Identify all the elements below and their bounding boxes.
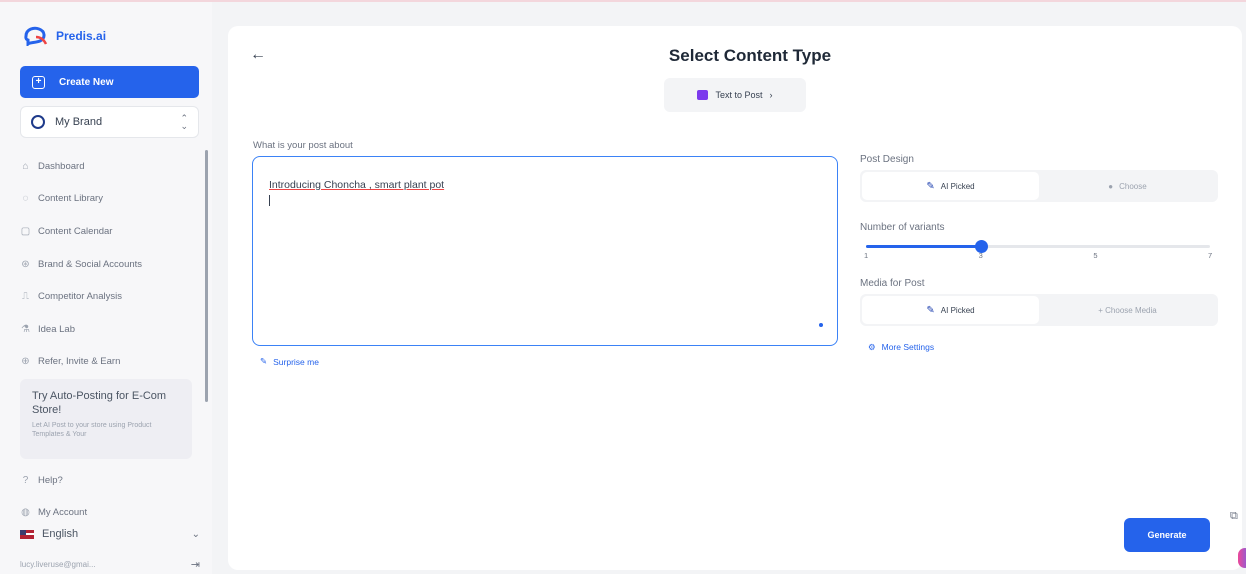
sidebar-nav: ⌂ Dashboard ◌ Content Library ▢ Content … bbox=[20, 150, 200, 378]
post-design-toggle: ✎ AI Picked ● Choose bbox=[860, 170, 1218, 202]
post-design-label: Post Design bbox=[860, 154, 914, 165]
sidebar-item-label: Brand & Social Accounts bbox=[38, 258, 143, 270]
more-settings-link[interactable]: ⚙ More Settings bbox=[868, 342, 934, 353]
logo-icon bbox=[22, 26, 50, 48]
analysis-icon: ⎍ bbox=[22, 291, 29, 303]
option-label: Choose bbox=[1119, 181, 1147, 191]
content-type-selector[interactable]: Text to Post › bbox=[664, 78, 806, 112]
settings-icon: ⚙ bbox=[868, 342, 876, 352]
slider-tick-label: 3 bbox=[978, 251, 983, 260]
account-icon: ◍ bbox=[21, 507, 30, 519]
user-email: lucy.liveruse@gmai... bbox=[20, 560, 96, 569]
generate-button[interactable]: Generate bbox=[1124, 518, 1210, 552]
sidebar-item-my-account[interactable]: ◍ My Account bbox=[20, 497, 200, 530]
chevron-down-icon: ⌄ bbox=[191, 528, 200, 540]
create-new-button[interactable]: + Create New bbox=[20, 66, 199, 98]
surprise-me-button[interactable]: ✎ Surprise me bbox=[260, 356, 319, 367]
magic-wand-icon: ✎ bbox=[260, 356, 268, 366]
magic-wand-icon: ✎ bbox=[926, 180, 935, 192]
user-row: lucy.liveruse@gmai... ⇥ bbox=[20, 558, 200, 571]
option-label: AI Picked bbox=[940, 305, 975, 315]
refer-icon: ⊕ bbox=[21, 356, 30, 368]
create-new-label: Create New bbox=[59, 76, 114, 88]
language-label: English bbox=[42, 528, 79, 540]
surprise-me-label: Surprise me bbox=[273, 356, 319, 367]
brand-selector[interactable]: My Brand ⌃ ⌄ bbox=[20, 106, 199, 138]
sidebar-item-label: My Account bbox=[38, 507, 88, 519]
main-panel: ← Select Content Type Text to Post › Wha… bbox=[228, 26, 1242, 570]
slider-tick-label: 7 bbox=[1208, 251, 1213, 260]
brand-user-icon bbox=[31, 115, 45, 129]
sidebar-item-content-calendar[interactable]: ▢ Content Calendar bbox=[20, 215, 200, 248]
us-flag-icon bbox=[20, 529, 34, 539]
chevron-updown-icon: ⌃ ⌄ bbox=[180, 113, 188, 131]
variants-label: Number of variants bbox=[860, 222, 945, 233]
sidebar-scrollbar[interactable] bbox=[205, 150, 208, 402]
calendar-icon: ▢ bbox=[20, 225, 31, 237]
post-design-choose[interactable]: ● Choose bbox=[1039, 172, 1216, 200]
sidebar-item-label: Competitor Analysis bbox=[38, 291, 122, 303]
sidebar-item-idea-lab[interactable]: ⚗ Idea Lab bbox=[20, 313, 200, 346]
plus-icon: + bbox=[32, 75, 45, 89]
post-textarea[interactable]: Introducing Choncha , smart plant pot bbox=[252, 156, 838, 346]
accounts-icon: ⊛ bbox=[21, 258, 30, 270]
home-icon: ⌂ bbox=[22, 160, 29, 172]
sidebar-item-label: Help? bbox=[38, 474, 63, 486]
sidebar-item-help[interactable]: ? Help? bbox=[20, 464, 200, 497]
palette-icon: ● bbox=[1108, 181, 1114, 191]
post-design-ai-picked[interactable]: ✎ AI Picked bbox=[862, 172, 1039, 200]
sidebar: Predis.ai + Create New My Brand ⌃ ⌄ ⌂ Das… bbox=[0, 2, 212, 574]
sidebar-item-label: Content Library bbox=[38, 193, 103, 205]
sidebar-item-brand-social[interactable]: ⊛ Brand & Social Accounts bbox=[20, 248, 200, 281]
logout-icon[interactable]: ⇥ bbox=[191, 558, 200, 571]
sidebar-item-label: Content Calendar bbox=[38, 225, 113, 237]
sidebar-item-refer[interactable]: ⊕ Refer, Invite & Earn bbox=[20, 346, 200, 379]
slider-fill bbox=[866, 245, 981, 248]
sidebar-item-label: Idea Lab bbox=[38, 323, 75, 335]
promo-title: Try Auto-Posting for E-Com Store! bbox=[32, 390, 167, 416]
media-label: Media for Post bbox=[860, 278, 925, 289]
idea-icon: ⚗ bbox=[21, 323, 30, 335]
post-input-label: What is your post about bbox=[253, 140, 353, 151]
slider-tick-label: 1 bbox=[864, 251, 869, 260]
media-toggle: ✎ AI Picked + Choose Media bbox=[860, 294, 1218, 326]
grammar-dot-icon bbox=[819, 323, 823, 327]
post-text-value: Introducing Choncha , smart plant pot bbox=[269, 179, 445, 191]
logo[interactable]: Predis.ai bbox=[22, 26, 107, 48]
sidebar-item-label: Dashboard bbox=[38, 160, 85, 172]
chat-widget-icon[interactable] bbox=[1238, 548, 1246, 568]
sidebar-item-label: Refer, Invite & Earn bbox=[38, 356, 121, 368]
text-to-post-icon bbox=[697, 90, 709, 100]
logo-text: Predis.ai bbox=[56, 29, 107, 43]
option-label: + Choose Media bbox=[1098, 305, 1157, 315]
promo-text: Let AI Post to your store using Product … bbox=[32, 422, 152, 438]
sidebar-item-competitor-analysis[interactable]: ⎍ Competitor Analysis bbox=[20, 280, 200, 313]
option-label: AI Picked bbox=[940, 181, 975, 191]
help-icon: ? bbox=[22, 474, 29, 486]
promo-card[interactable]: Try Auto-Posting for E-Com Store! Let AI… bbox=[20, 379, 192, 459]
brand-name: My Brand bbox=[55, 116, 103, 128]
media-choose-media[interactable]: + Choose Media bbox=[1039, 296, 1216, 324]
magic-wand-icon: ✎ bbox=[926, 304, 935, 316]
sidebar-item-dashboard[interactable]: ⌂ Dashboard bbox=[20, 150, 200, 183]
slider-tick-label: 5 bbox=[1093, 251, 1098, 260]
media-ai-picked[interactable]: ✎ AI Picked bbox=[862, 296, 1039, 324]
slider-ticks: 1 3 5 7 bbox=[864, 251, 1213, 265]
translate-icon[interactable]: ⧉ bbox=[1230, 510, 1238, 523]
library-icon: ◌ bbox=[22, 193, 29, 205]
page-title: Select Content Type bbox=[668, 46, 832, 65]
sidebar-bottom-nav: ? Help? ◍ My Account bbox=[20, 464, 200, 529]
more-settings-label: More Settings bbox=[881, 342, 935, 352]
text-caret bbox=[269, 195, 270, 206]
language-selector[interactable]: English ⌄ bbox=[20, 528, 200, 540]
content-type-label: Text to Post bbox=[715, 90, 763, 100]
chevron-right-icon: › bbox=[769, 90, 773, 100]
sidebar-item-content-library[interactable]: ◌ Content Library bbox=[20, 183, 200, 216]
